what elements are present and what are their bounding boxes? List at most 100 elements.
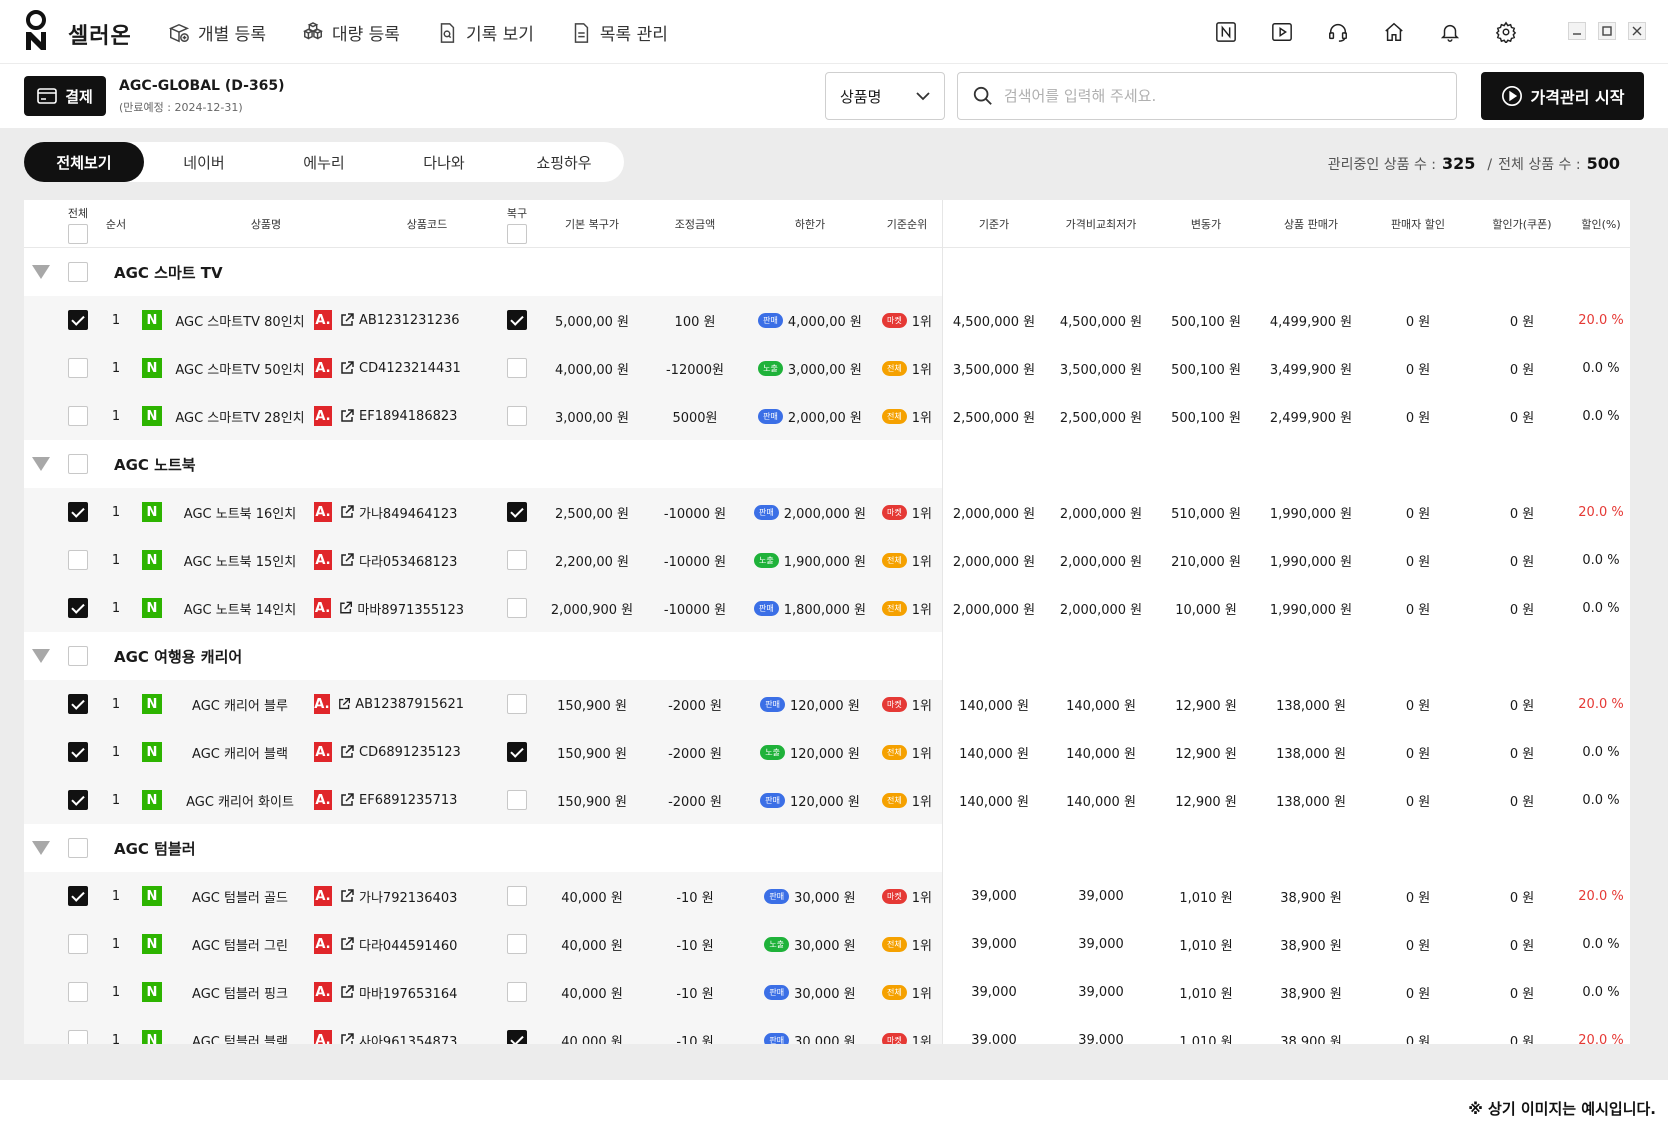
product-name[interactable]: AGC 캐리어 블랙: [170, 728, 310, 776]
row-checkbox[interactable]: [68, 742, 88, 762]
close-button[interactable]: [1628, 22, 1646, 40]
external-link-icon[interactable]: [340, 553, 354, 567]
product-code[interactable]: 마바8971355123: [357, 599, 464, 618]
triangle-down-icon[interactable]: [32, 457, 50, 471]
external-link-icon[interactable]: [340, 793, 354, 807]
row-checkbox[interactable]: [68, 694, 88, 714]
row-checkbox[interactable]: [68, 406, 88, 426]
start-price-management-button[interactable]: 가격관리 시작: [1481, 72, 1644, 120]
group-checkbox[interactable]: [68, 454, 88, 474]
product-name[interactable]: AGC 스마트TV 50인치: [170, 344, 310, 392]
triangle-down-icon[interactable]: [32, 649, 50, 663]
collapse-toggle[interactable]: [30, 440, 52, 488]
group-checkbox[interactable]: [68, 646, 88, 666]
pay-button[interactable]: 결제: [24, 76, 106, 116]
external-link-icon[interactable]: [338, 697, 350, 711]
row-checkbox[interactable]: [68, 886, 88, 906]
product-name[interactable]: AGC 텀블러 그린: [170, 920, 310, 968]
headset-icon[interactable]: [1326, 20, 1350, 44]
tab-shoppinghow[interactable]: 쇼핑하우: [504, 142, 624, 182]
triangle-down-icon[interactable]: [32, 265, 50, 279]
minimize-button[interactable]: [1568, 22, 1586, 40]
gear-icon[interactable]: [1494, 20, 1518, 44]
naver-icon[interactable]: [1214, 20, 1238, 44]
external-link-icon[interactable]: [340, 937, 354, 951]
product-name[interactable]: AGC 텀블러 블랙: [170, 1016, 310, 1045]
product-name[interactable]: AGC 캐리어 화이트: [170, 776, 310, 824]
product-code[interactable]: 가나792136403: [359, 887, 457, 906]
select-all-checkbox[interactable]: [68, 223, 88, 244]
row-checkbox[interactable]: [68, 502, 88, 522]
external-link-icon[interactable]: [340, 745, 354, 759]
external-link-icon[interactable]: [340, 985, 354, 999]
product-code[interactable]: EF1894186823: [359, 409, 457, 424]
restore-checkbox[interactable]: [507, 598, 527, 618]
home-icon[interactable]: [1382, 20, 1406, 44]
product-code[interactable]: 다라044591460: [359, 935, 457, 954]
search-input[interactable]: [1003, 87, 1442, 105]
product-code[interactable]: 가나849464123: [359, 503, 457, 522]
collapse-toggle[interactable]: [30, 632, 52, 680]
restore-checkbox[interactable]: [507, 358, 527, 378]
nav-bulk-register[interactable]: 대량 등록: [302, 20, 400, 45]
row-checkbox[interactable]: [68, 358, 88, 378]
maximize-button[interactable]: [1598, 22, 1616, 40]
row-checkbox[interactable]: [68, 934, 88, 954]
product-code[interactable]: CD6891235123: [359, 745, 461, 760]
search-type-select[interactable]: 상품명: [825, 72, 945, 120]
row-checkbox[interactable]: [68, 310, 88, 330]
collapse-toggle[interactable]: [30, 824, 52, 872]
restore-checkbox[interactable]: [507, 310, 527, 330]
product-name[interactable]: AGC 노트북 14인치: [170, 584, 310, 632]
external-link-icon[interactable]: [340, 361, 354, 375]
row-checkbox[interactable]: [68, 1030, 88, 1044]
row-checkbox[interactable]: [68, 790, 88, 810]
restore-checkbox[interactable]: [507, 694, 527, 714]
tab-all[interactable]: 전체보기: [24, 142, 144, 182]
product-code[interactable]: CD4123214431: [359, 361, 461, 376]
product-code[interactable]: AB12387915621: [355, 697, 464, 712]
group-checkbox[interactable]: [68, 262, 88, 282]
product-name[interactable]: AGC 노트북 15인치: [170, 536, 310, 584]
nav-individual-register[interactable]: 개별 등록: [168, 20, 266, 45]
nav-list-manage[interactable]: 목록 관리: [570, 20, 668, 45]
product-code[interactable]: AB1231231236: [359, 313, 460, 328]
product-code[interactable]: 다라053468123: [359, 551, 457, 570]
product-name[interactable]: AGC 캐리어 블루: [170, 680, 310, 728]
bell-icon[interactable]: [1438, 20, 1462, 44]
product-code[interactable]: 사아961354873: [359, 1031, 457, 1045]
restore-checkbox[interactable]: [507, 742, 527, 762]
external-link-icon[interactable]: [339, 601, 353, 615]
product-code[interactable]: EF6891235713: [359, 793, 457, 808]
restore-checkbox[interactable]: [507, 550, 527, 570]
external-link-icon[interactable]: [340, 505, 354, 519]
product-code[interactable]: 마바197653164: [359, 983, 457, 1002]
product-name[interactable]: AGC 텀블러 골드: [170, 872, 310, 920]
external-link-icon[interactable]: [340, 409, 354, 423]
restore-checkbox[interactable]: [507, 790, 527, 810]
triangle-down-icon[interactable]: [32, 841, 50, 855]
restore-checkbox[interactable]: [507, 502, 527, 522]
tab-danawa[interactable]: 다나와: [384, 142, 504, 182]
tab-enuri[interactable]: 에누리: [264, 142, 384, 182]
restore-all-checkbox[interactable]: [507, 223, 527, 244]
restore-checkbox[interactable]: [507, 1030, 527, 1044]
external-link-icon[interactable]: [340, 313, 354, 327]
restore-checkbox[interactable]: [507, 406, 527, 426]
group-checkbox[interactable]: [68, 838, 88, 858]
external-link-icon[interactable]: [340, 1033, 354, 1044]
product-name[interactable]: AGC 스마트TV 28인치: [170, 392, 310, 440]
row-checkbox[interactable]: [68, 598, 88, 618]
restore-checkbox[interactable]: [507, 934, 527, 954]
nav-history[interactable]: 기록 보기: [436, 20, 534, 45]
external-link-icon[interactable]: [340, 889, 354, 903]
tab-naver[interactable]: 네이버: [144, 142, 264, 182]
product-name[interactable]: AGC 스마트TV 80인치: [170, 296, 310, 344]
restore-checkbox[interactable]: [507, 886, 527, 906]
row-checkbox[interactable]: [68, 982, 88, 1002]
collapse-toggle[interactable]: [30, 248, 52, 296]
play-icon[interactable]: [1270, 20, 1294, 44]
restore-checkbox[interactable]: [507, 982, 527, 1002]
product-name[interactable]: AGC 텀블러 핑크: [170, 968, 310, 1016]
product-name[interactable]: AGC 노트북 16인치: [170, 488, 310, 536]
